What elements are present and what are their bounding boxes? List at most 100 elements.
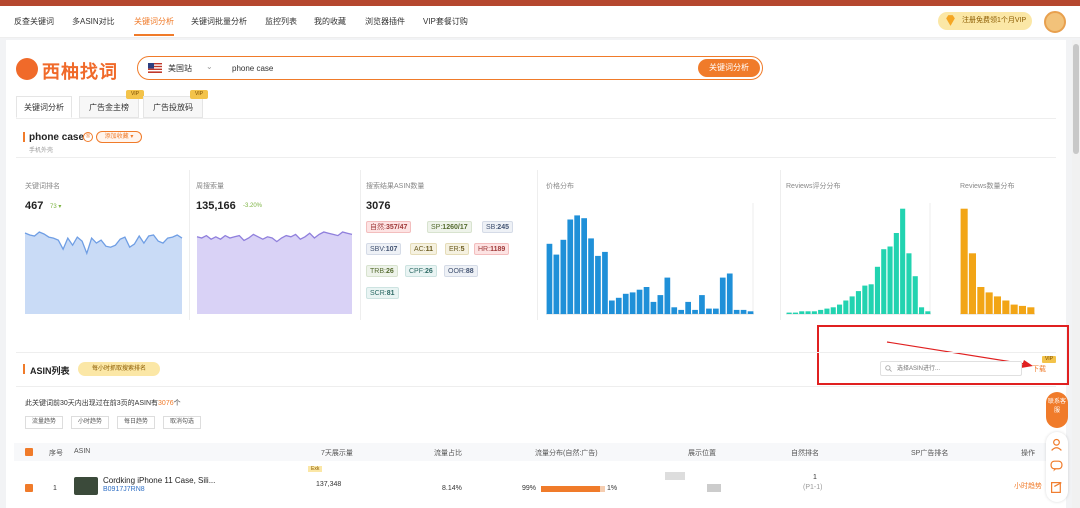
product-asin-link[interactable]: B0917J7RN8 [103, 486, 145, 493]
rank-delta: 73 ▾ [50, 204, 62, 210]
row-badge: Exk [308, 466, 323, 472]
user-service-icon[interactable] [1050, 438, 1063, 451]
row-dist-natural: 99% [522, 485, 537, 492]
scrollbar-thumb[interactable] [1073, 44, 1079, 154]
row-checkbox[interactable] [25, 484, 33, 492]
asin-chip[interactable]: TRB:26 [366, 265, 398, 277]
asin-chip[interactable]: OOR:88 [444, 265, 478, 277]
asin-chip-value: 1260/17 [442, 224, 468, 231]
diamond-icon [946, 15, 955, 26]
nav-item-vip-order[interactable]: VIP套餐订购 [423, 16, 468, 27]
asin-chip-value: 357/47 [385, 224, 408, 231]
asin-chip-key: OOR: [448, 268, 466, 275]
asin-chip[interactable]: AC:11 [410, 243, 438, 255]
col-natural-rank[interactable]: 自然排名 [791, 448, 819, 458]
add-favorite-button[interactable]: 添加收藏 ▾ [96, 131, 142, 143]
asin-chip-key: TRB: [370, 268, 386, 275]
logo-text: 西柚找词 [42, 62, 118, 82]
reviews-count-label: Reviews数量分布 [960, 183, 1015, 190]
asin-count-label: 搜索结果ASIN数量 [366, 183, 425, 190]
asin-chip-value: 245 [497, 224, 509, 231]
search-bar: 美国站 ⌄ 关键词分析 [137, 56, 763, 80]
col-index: 序号 [49, 450, 63, 457]
asin-chip-key: SP: [431, 224, 443, 231]
nav-item-monitor[interactable]: 监控列表 [265, 16, 297, 27]
hourly-rank-badge: 每小时抓取搜索排名 [78, 362, 160, 376]
asin-chip-key: CPF: [409, 268, 425, 275]
rank-value: 467 [25, 200, 44, 212]
tab-ad-sponsors[interactable]: 广告金主榜 [79, 96, 139, 118]
keyword-analysis-button[interactable]: 关键词分析 [698, 59, 760, 77]
product-thumbnail[interactable] [74, 477, 98, 495]
traffic-trend-button[interactable]: 流量趋势 [25, 416, 63, 429]
asin-chip-key: 自然: [370, 224, 386, 231]
row-dist-ad: 1% [607, 485, 618, 492]
asin-chip[interactable]: SCR:81 [366, 287, 399, 299]
asin-chip[interactable]: SB:245 [482, 221, 513, 233]
asin-chip[interactable]: 自然:357/47 [366, 221, 412, 233]
tab-keyword-analysis[interactable]: 关键词分析 [16, 96, 72, 118]
reviews-rating-label: Reviews评分分布 [786, 183, 841, 190]
row-impressions: 137,348 [316, 481, 342, 488]
site-select[interactable]: 美国站 [168, 63, 192, 74]
asin-chip-value: 81 [386, 290, 395, 297]
nav-item-keyword-analysis[interactable]: 关键词分析 [134, 16, 174, 27]
panel-separator [189, 170, 190, 320]
section-divider [16, 352, 1056, 353]
select-all-checkbox[interactable] [25, 448, 33, 456]
nav-item-batch-analysis[interactable]: 关键词批量分析 [191, 16, 247, 27]
col-impressions[interactable]: 7天展示量 [321, 448, 353, 458]
product-title[interactable]: Cordking iPhone 11 Case, Sili... [103, 476, 215, 485]
tab-ad-codes[interactable]: 广告投放码 [143, 96, 203, 118]
nav-item-favorites[interactable]: 我的收藏 [314, 16, 346, 27]
nav-item-browser-plugin[interactable]: 浏览器插件 [365, 16, 405, 27]
asin-filter-input[interactable] [880, 361, 1022, 376]
row-hourly-trend-link[interactable]: 小时趋势 [1014, 481, 1042, 491]
clear-selection-button[interactable]: 取消勾选 [163, 416, 201, 429]
col-traffic-distribution[interactable]: 流量分布(自然:广告) [535, 448, 598, 458]
edit-icon[interactable] [1050, 481, 1063, 494]
col-traffic-share[interactable]: 流量占比 [434, 448, 462, 458]
header-divider [16, 157, 1056, 158]
asin-chip-value: 26 [385, 268, 394, 275]
info-icon[interactable]: ® [83, 132, 93, 142]
hourly-trend-button[interactable]: 小时趋势 [71, 416, 109, 429]
search-volume-delta: -3.20% [243, 203, 263, 209]
download-button[interactable]: 下载 [1032, 364, 1046, 374]
col-sp-rank[interactable]: SP广告排名 [911, 448, 948, 458]
asin-chip-key: HR: [478, 246, 491, 253]
asin-chip-key: SB: [486, 224, 498, 231]
vip-tag: VIP [1042, 356, 1056, 363]
col-actions: 操作 [1021, 450, 1035, 457]
asin-chip[interactable]: CPF:26 [405, 265, 437, 277]
vip-tag: VIP [126, 90, 144, 99]
asin-summary: 此关键词前30天内出现过在前3页的ASIN有3076个 [25, 400, 181, 407]
search-volume-value: 135,166 [196, 200, 236, 212]
nav-item-reverse-lookup[interactable]: 反查关键词 [14, 16, 54, 27]
section-marker [23, 132, 25, 142]
nav-item-multi-asin[interactable]: 多ASIN对比 [72, 16, 115, 27]
panel-separator [780, 170, 781, 320]
col-placement[interactable]: 展示位置 [688, 448, 716, 458]
search-icon [885, 365, 892, 372]
vip-tag: VIP [190, 90, 208, 99]
section-divider [16, 386, 1056, 387]
section-marker [23, 364, 25, 374]
placement-cell [707, 484, 721, 492]
panel-separator [360, 170, 361, 320]
asin-chip-key: SBV: [370, 246, 386, 253]
asin-list-title: ASIN列表 [30, 366, 70, 376]
placement-cell [665, 472, 685, 480]
customer-service-button[interactable]: 联系客服 [1046, 392, 1068, 428]
daily-trend-button[interactable]: 每日趋势 [117, 416, 155, 429]
asin-chip[interactable]: HR:1189 [474, 243, 510, 255]
asin-chip[interactable]: SP:1260/17 [427, 221, 472, 233]
search-volume-label: 周搜索量 [196, 183, 224, 190]
active-nav-underline [134, 34, 174, 36]
keyword-search-input[interactable] [232, 61, 682, 75]
asin-chip[interactable]: ER:5 [445, 243, 469, 255]
user-avatar[interactable] [1044, 11, 1066, 33]
chat-icon[interactable] [1050, 459, 1063, 472]
table-header [14, 443, 1054, 461]
asin-chip[interactable]: SBV:107 [366, 243, 402, 255]
